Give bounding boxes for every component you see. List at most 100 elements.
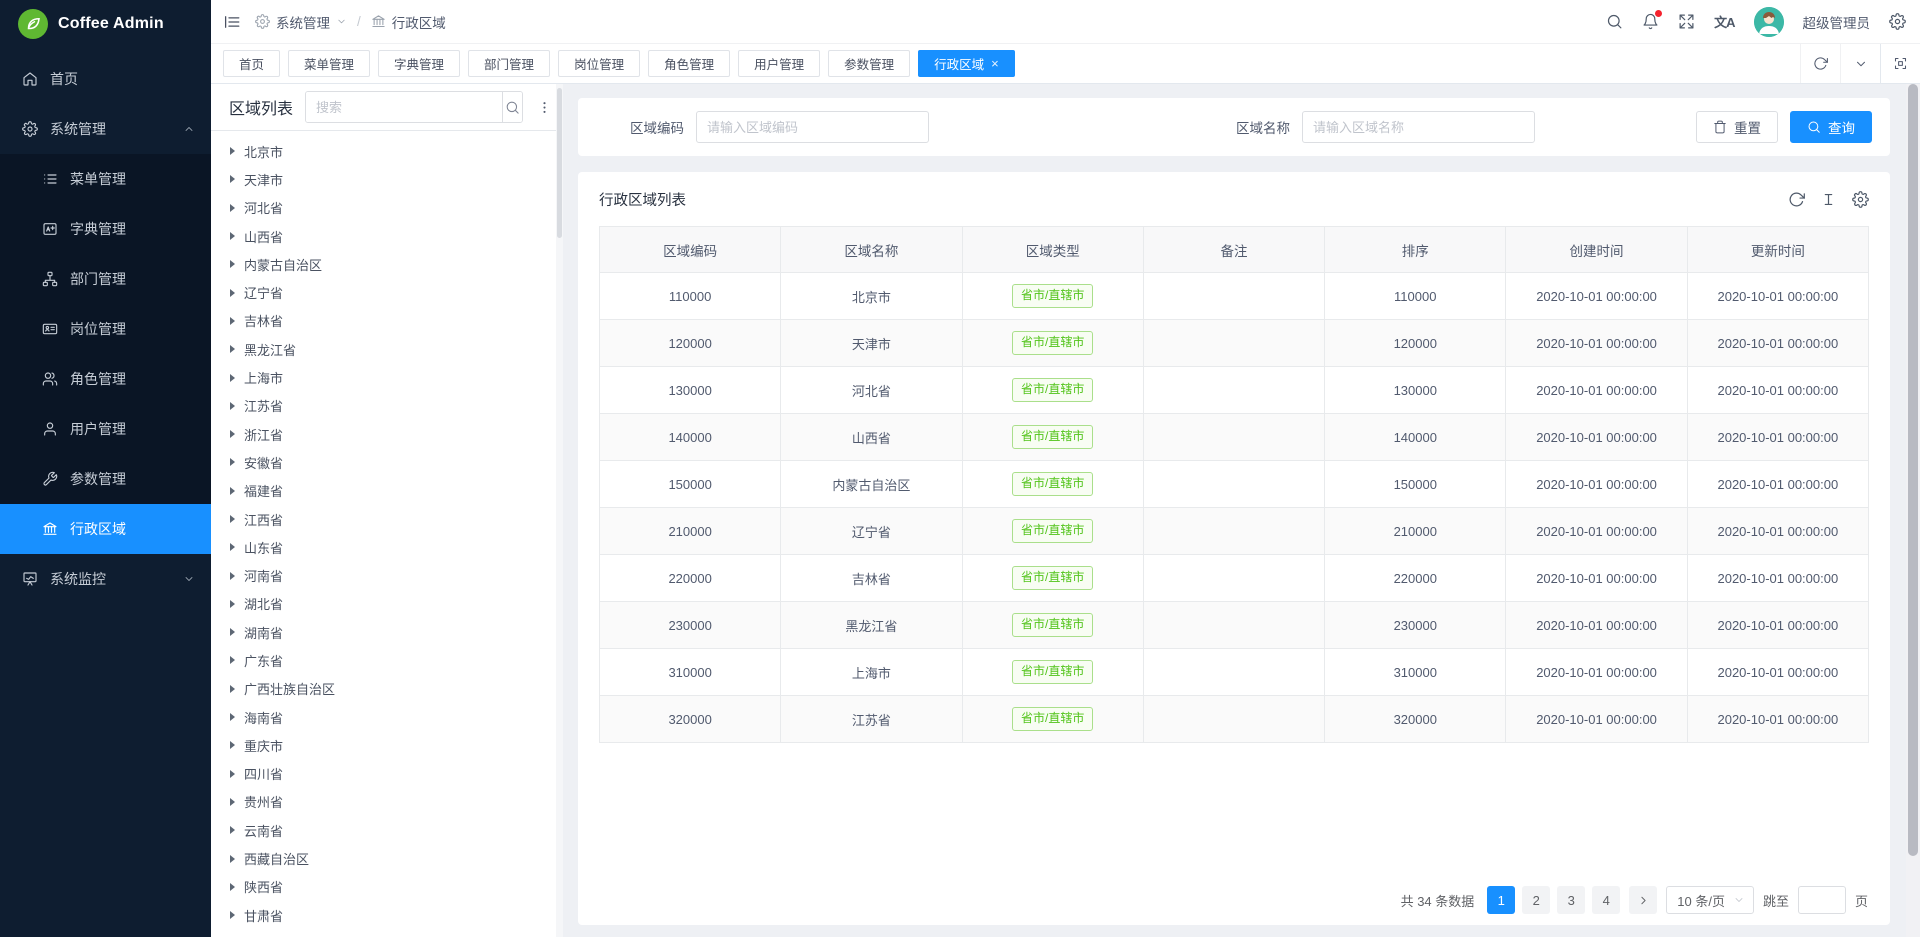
- avatar[interactable]: [1754, 7, 1784, 37]
- table-row[interactable]: 130000河北省省市/直辖市1300002020-10-01 00:00:00…: [600, 367, 1869, 414]
- tree-item[interactable]: 河北省: [211, 194, 563, 222]
- tree-item[interactable]: 上海市: [211, 363, 563, 391]
- table-refresh-button[interactable]: [1788, 191, 1805, 208]
- tab-item[interactable]: 参数管理: [828, 50, 910, 77]
- sidebar-item-post-management[interactable]: 岗位管理: [0, 304, 211, 354]
- sidebar-item-role-management[interactable]: 角色管理: [0, 354, 211, 404]
- table-row[interactable]: 220000吉林省省市/直辖市2200002020-10-01 00:00:00…: [600, 555, 1869, 602]
- search-button[interactable]: 查询: [1790, 111, 1872, 143]
- tree-item[interactable]: 山西省: [211, 222, 563, 250]
- sidebar-item-department-management[interactable]: 部门管理: [0, 254, 211, 304]
- table-row[interactable]: 110000北京市省市/直辖市1100002020-10-01 00:00:00…: [600, 273, 1869, 320]
- tree-item[interactable]: 江苏省: [211, 392, 563, 420]
- notifications-button[interactable]: [1642, 13, 1659, 30]
- page-scrollbar-thumb[interactable]: [1908, 84, 1918, 856]
- page-size-select[interactable]: 10 条/页: [1666, 886, 1754, 914]
- caret-right-icon[interactable]: [230, 770, 235, 778]
- reset-button[interactable]: 重置: [1696, 111, 1778, 143]
- sidebar-item-home[interactable]: 首页: [0, 54, 211, 104]
- tree-item[interactable]: 北京市: [211, 137, 563, 165]
- caret-right-icon[interactable]: [230, 317, 235, 325]
- caret-right-icon[interactable]: [230, 374, 235, 382]
- next-page-button[interactable]: [1629, 886, 1657, 914]
- current-user-name[interactable]: 超级管理员: [1803, 12, 1871, 32]
- tree-item[interactable]: 广西壮族自治区: [211, 675, 563, 703]
- caret-right-icon[interactable]: [230, 260, 235, 268]
- tree-item[interactable]: 湖南省: [211, 618, 563, 646]
- tree-more-button[interactable]: [535, 100, 553, 115]
- region-code-input[interactable]: [696, 111, 929, 143]
- caret-right-icon[interactable]: [230, 572, 235, 580]
- maximize-content-button[interactable]: [1880, 44, 1920, 83]
- tree-item[interactable]: 福建省: [211, 477, 563, 505]
- table-density-button[interactable]: [1820, 191, 1837, 208]
- tree-item[interactable]: 四川省: [211, 760, 563, 788]
- jump-page-input[interactable]: [1798, 886, 1846, 914]
- translate-icon[interactable]: 文A: [1714, 12, 1734, 31]
- caret-right-icon[interactable]: [230, 402, 235, 410]
- caret-right-icon[interactable]: [230, 175, 235, 183]
- page-button[interactable]: 3: [1557, 886, 1585, 914]
- tab-item[interactable]: 岗位管理: [558, 50, 640, 77]
- sidebar-item-menu-management[interactable]: 菜单管理: [0, 154, 211, 204]
- table-row[interactable]: 150000内蒙古自治区省市/直辖市1500002020-10-01 00:00…: [600, 461, 1869, 508]
- caret-right-icon[interactable]: [230, 515, 235, 523]
- table-row[interactable]: 210000辽宁省省市/直辖市2100002020-10-01 00:00:00…: [600, 508, 1869, 555]
- tab-options-button[interactable]: [1840, 44, 1880, 83]
- tree-search-input[interactable]: [306, 92, 502, 122]
- tree-item[interactable]: 吉林省: [211, 307, 563, 335]
- caret-right-icon[interactable]: [230, 911, 235, 919]
- caret-right-icon[interactable]: [230, 656, 235, 664]
- caret-right-icon[interactable]: [230, 204, 235, 212]
- search-icon[interactable]: [1606, 13, 1623, 30]
- caret-right-icon[interactable]: [230, 345, 235, 353]
- tab-item[interactable]: 字典管理: [378, 50, 460, 77]
- caret-right-icon[interactable]: [230, 487, 235, 495]
- tree-search-button[interactable]: [502, 92, 522, 122]
- table-row[interactable]: 310000上海市省市/直辖市3100002020-10-01 00:00:00…: [600, 649, 1869, 696]
- tab-item[interactable]: 用户管理: [738, 50, 820, 77]
- page-button[interactable]: 2: [1522, 886, 1550, 914]
- page-button[interactable]: 4: [1592, 886, 1620, 914]
- sidebar-item-system-monitor[interactable]: 系统监控: [0, 554, 211, 604]
- tree-item[interactable]: 河南省: [211, 561, 563, 589]
- caret-right-icon[interactable]: [230, 232, 235, 240]
- page-scrollbar[interactable]: [1906, 84, 1920, 937]
- tab-item[interactable]: 部门管理: [468, 50, 550, 77]
- caret-right-icon[interactable]: [230, 430, 235, 438]
- table-settings-button[interactable]: [1852, 191, 1869, 208]
- caret-right-icon[interactable]: [230, 628, 235, 636]
- caret-right-icon[interactable]: [230, 798, 235, 806]
- tree-item[interactable]: 山东省: [211, 533, 563, 561]
- caret-right-icon[interactable]: [230, 147, 235, 155]
- tree-item[interactable]: 海南省: [211, 703, 563, 731]
- tree-item[interactable]: 辽宁省: [211, 278, 563, 306]
- sidebar-item-dictionary-management[interactable]: 字典管理: [0, 204, 211, 254]
- caret-right-icon[interactable]: [230, 685, 235, 693]
- tab-close-icon[interactable]: ×: [991, 57, 999, 70]
- tab-item[interactable]: 菜单管理: [288, 50, 370, 77]
- tree-item[interactable]: 青海省: [211, 929, 563, 931]
- table-row[interactable]: 120000天津市省市/直辖市1200002020-10-01 00:00:00…: [600, 320, 1869, 367]
- caret-right-icon[interactable]: [230, 289, 235, 297]
- tree-item[interactable]: 陕西省: [211, 873, 563, 901]
- tree-item[interactable]: 江西省: [211, 505, 563, 533]
- sidebar-item-parameter-management[interactable]: 参数管理: [0, 454, 211, 504]
- region-name-input[interactable]: [1302, 111, 1535, 143]
- caret-right-icon[interactable]: [230, 713, 235, 721]
- caret-right-icon[interactable]: [230, 458, 235, 466]
- table-row[interactable]: 230000黑龙江省省市/直辖市2300002020-10-01 00:00:0…: [600, 602, 1869, 649]
- caret-right-icon[interactable]: [230, 600, 235, 608]
- table-row[interactable]: 320000江苏省省市/直辖市3200002020-10-01 00:00:00…: [600, 696, 1869, 743]
- tree-item[interactable]: 重庆市: [211, 731, 563, 759]
- tree-scrollbar[interactable]: [556, 84, 563, 937]
- caret-right-icon[interactable]: [230, 741, 235, 749]
- caret-right-icon[interactable]: [230, 826, 235, 834]
- sidebar-item-system-management[interactable]: 系统管理: [0, 104, 211, 154]
- tree-item[interactable]: 浙江省: [211, 420, 563, 448]
- refresh-page-button[interactable]: [1800, 44, 1840, 83]
- tree-item[interactable]: 云南省: [211, 816, 563, 844]
- chevron-down-icon[interactable]: [336, 16, 347, 27]
- fullscreen-icon[interactable]: [1678, 13, 1695, 30]
- tree-item[interactable]: 湖北省: [211, 590, 563, 618]
